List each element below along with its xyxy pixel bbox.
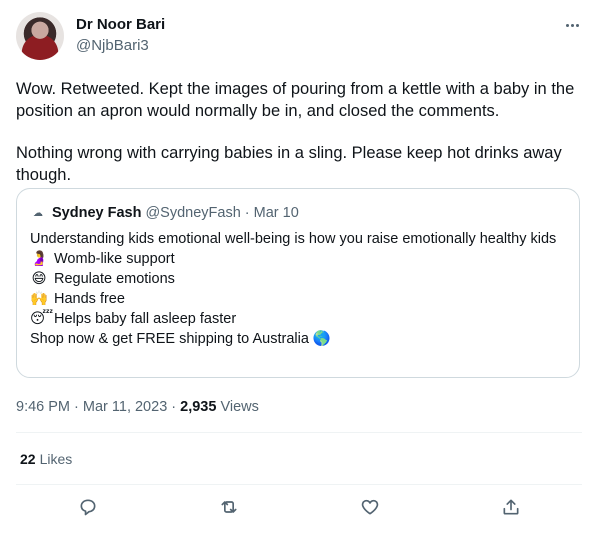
- tweet-text: Wow. Retweeted. Kept the images of pouri…: [16, 78, 584, 186]
- quoted-author-handle: @SydneyFash: [145, 205, 241, 221]
- quoted-list-text: Womb-like support: [54, 251, 175, 267]
- views-label: Views: [220, 399, 259, 415]
- tweet-paragraph: Nothing wrong with carrying babies in a …: [16, 144, 562, 184]
- divider: [16, 484, 582, 485]
- quoted-avatar[interactable]: ☁: [30, 205, 46, 221]
- quoted-list-item: 😄 Regulate emotions: [30, 269, 566, 289]
- quoted-tweet-header: ☁ Sydney Fash @SydneyFash · Mar 10: [30, 205, 299, 221]
- quoted-tweet-body: Understanding kids emotional well-being …: [30, 229, 566, 349]
- globe-emoji-icon: 🌎: [312, 331, 331, 347]
- quoted-outro-text: Shop now & get FREE shipping to Australi…: [30, 331, 309, 347]
- quoted-intro: Understanding kids emotional well-being …: [30, 231, 557, 247]
- quoted-separator: ·: [244, 205, 250, 221]
- retweet-icon[interactable]: [217, 495, 241, 519]
- quoted-list-text: Regulate emotions: [54, 271, 175, 287]
- sleeping-baby-emoji-icon: 😴: [30, 311, 54, 327]
- quoted-author-name[interactable]: Sydney Fash: [52, 205, 141, 221]
- author-avatar[interactable]: [16, 12, 64, 60]
- divider: [16, 432, 582, 433]
- raised-hands-emoji-icon: 🙌: [30, 291, 49, 307]
- pregnant-emoji-icon: 🤰: [30, 251, 49, 267]
- author-handle[interactable]: @NjbBari3: [76, 37, 149, 54]
- quoted-list-item: 🙌 Hands free: [30, 289, 566, 309]
- views-count: 2,935: [180, 399, 217, 415]
- tweet-timestamp[interactable]: 9:46 PM · Mar 11, 2023 ·: [16, 399, 180, 415]
- likes-stat[interactable]: 22 Likes: [20, 451, 72, 467]
- share-icon[interactable]: [499, 495, 523, 519]
- quoted-list-text: Helps baby fall asleep faster: [54, 311, 237, 327]
- quoted-list-text: Hands free: [54, 291, 125, 307]
- action-bar: [0, 495, 598, 525]
- tweet-paragraph: Wow. Retweeted. Kept the images of pouri…: [16, 80, 575, 120]
- author-name[interactable]: Dr Noor Bari: [76, 16, 165, 33]
- quoted-tweet[interactable]: ☁ Sydney Fash @SydneyFash · Mar 10 Under…: [16, 188, 580, 378]
- tweet-meta: 9:46 PM · Mar 11, 2023 · 2,935 Views: [16, 399, 259, 415]
- smile-emoji-icon: 😄: [31, 271, 47, 287]
- quoted-list-item: 😴Helps baby fall asleep faster: [30, 309, 566, 329]
- likes-label: Likes: [39, 451, 73, 467]
- likes-count: 22: [20, 451, 36, 467]
- quoted-outro: Shop now & get FREE shipping to Australi…: [30, 329, 566, 349]
- quoted-list-item: 🤰 Womb-like support: [30, 249, 566, 269]
- reply-icon[interactable]: [76, 495, 100, 519]
- like-icon[interactable]: [358, 495, 382, 519]
- quoted-date[interactable]: Mar 10: [254, 205, 299, 221]
- more-icon[interactable]: [560, 15, 584, 35]
